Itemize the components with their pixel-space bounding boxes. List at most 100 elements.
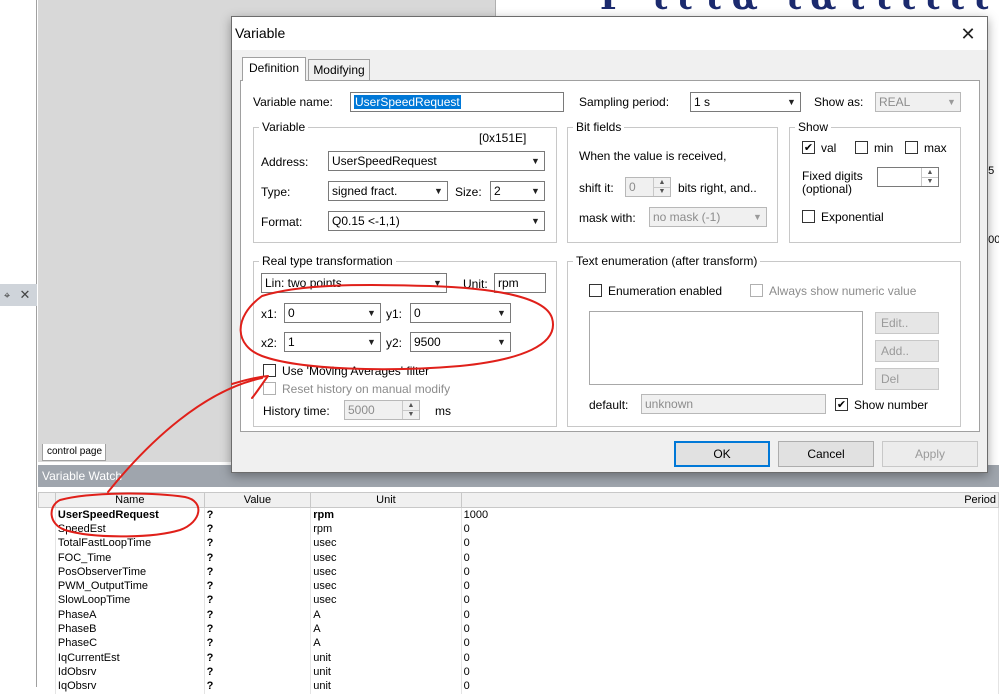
moving-average-checkbox[interactable]: [263, 364, 276, 377]
tab-definition[interactable]: Definition: [242, 57, 306, 81]
y1-select[interactable]: 0 ▼: [410, 303, 511, 323]
cell-name: PhaseA: [55, 608, 205, 623]
val-label: val: [821, 141, 837, 155]
table-row[interactable]: IdObsrv? unit 0: [38, 665, 999, 680]
show-as-select[interactable]: REAL ▼: [875, 92, 961, 112]
chevron-down-icon: ▼: [787, 97, 796, 107]
column-header-period[interactable]: Period: [460, 492, 999, 508]
cell-unit: A: [310, 608, 462, 623]
type-select[interactable]: signed fract. ▼: [328, 181, 448, 201]
close-icon[interactable]: ✕: [952, 20, 984, 48]
dialog-titlebar[interactable]: Variable ✕: [232, 17, 987, 50]
chevron-down-icon: ▼: [367, 337, 376, 347]
table-row[interactable]: PosObserverTime? usec 0: [38, 565, 999, 580]
cell-period: 0: [461, 550, 999, 566]
history-time-spinner[interactable]: 5000 ▲ ▼: [344, 400, 420, 420]
shift-suffix: bits right, and..: [678, 181, 757, 195]
fixed-digits-spinner[interactable]: ▲ ▼: [877, 167, 939, 187]
max-checkbox[interactable]: [905, 141, 918, 154]
cell-value: ?: [204, 565, 312, 580]
default-label: default:: [589, 398, 629, 412]
cell-unit: usec: [310, 536, 462, 551]
table-row[interactable]: PhaseA? A 0: [38, 608, 999, 623]
table-row[interactable]: UserSpeedRequest? rpm 1000: [38, 507, 999, 523]
variable-name-input[interactable]: UserSpeedRequest: [350, 92, 564, 112]
reset-history-checkbox[interactable]: [263, 382, 276, 395]
sampling-period-select[interactable]: 1 s ▼: [690, 92, 801, 112]
variable-group-title: Variable: [259, 120, 309, 134]
spin-down-icon[interactable]: ▼: [402, 410, 419, 419]
cell-period: 0: [461, 579, 999, 594]
spin-down-icon[interactable]: ▼: [653, 187, 670, 196]
cancel-button[interactable]: Cancel: [778, 441, 874, 467]
cell-unit: rpm: [310, 522, 462, 537]
cell-name: PhaseC: [55, 636, 205, 651]
format-select[interactable]: Q0.15 <-1,1) ▼: [328, 211, 545, 231]
exponential-checkbox[interactable]: [802, 210, 815, 223]
chevron-down-icon: ▼: [367, 308, 376, 318]
cell-name: SlowLoopTime: [55, 593, 205, 609]
x1-select[interactable]: 0 ▼: [284, 303, 381, 323]
tab-modifying[interactable]: Modifying: [308, 59, 370, 81]
cell-value: ?: [204, 593, 312, 609]
size-value: 2: [494, 184, 501, 198]
table-row[interactable]: SpeedEst? rpm 0: [38, 522, 999, 537]
mask-select[interactable]: no mask (-1) ▼: [649, 207, 767, 227]
address-select[interactable]: UserSpeedRequest ▼: [328, 151, 545, 171]
column-header-name[interactable]: Name: [54, 492, 205, 508]
close-icon[interactable]: ✕: [20, 287, 31, 302]
type-label: Type:: [261, 185, 291, 199]
shift-spinner[interactable]: 0 ▲ ▼: [625, 177, 671, 197]
apply-button[interactable]: Apply: [882, 441, 978, 467]
chevron-down-icon: ▼: [434, 186, 443, 196]
add-button[interactable]: Add..: [875, 340, 939, 362]
pin-icon[interactable]: ⌖: [4, 290, 10, 302]
ok-button[interactable]: OK: [674, 441, 770, 467]
cell-unit: usec: [310, 579, 462, 594]
show-as-label: Show as:: [814, 95, 864, 109]
cell-value: ?: [204, 650, 312, 666]
tab-control-page[interactable]: control page: [42, 444, 106, 461]
size-label: Size:: [455, 185, 482, 199]
table-row[interactable]: TotalFastLoopTime? usec 0: [38, 536, 999, 551]
unit-value: rpm: [498, 276, 519, 290]
table-row[interactable]: PWM_OutputTime? usec 0: [38, 579, 999, 594]
address-label: Address:: [261, 155, 309, 169]
del-button[interactable]: Del: [875, 368, 939, 390]
table-row[interactable]: SlowLoopTime? usec 0: [38, 593, 999, 609]
x2-select[interactable]: 1 ▼: [284, 332, 381, 352]
table-row[interactable]: FOC_Time? usec 0: [38, 550, 999, 566]
y2-select[interactable]: 9500 ▼: [410, 332, 511, 352]
always-numeric-checkbox[interactable]: [750, 284, 763, 297]
cell-unit: A: [310, 636, 462, 651]
transform-mode-select[interactable]: Lin: two points ▼: [261, 273, 447, 293]
definition-panel: Variable name: UserSpeedRequest Sampling…: [240, 80, 980, 432]
column-header-value[interactable]: Value: [203, 492, 312, 508]
fixed-digits-label: Fixed digits: [802, 169, 863, 183]
column-header-unit[interactable]: Unit: [310, 492, 462, 508]
enumeration-list[interactable]: [589, 311, 863, 385]
val-checkbox[interactable]: ✔: [802, 141, 815, 154]
table-row[interactable]: IqCurrentEst? unit 0: [38, 650, 999, 666]
spin-down-icon[interactable]: ▼: [921, 177, 938, 186]
chevron-down-icon: ▼: [497, 308, 506, 318]
moving-average-label: Use 'Moving Averages' filter: [282, 364, 430, 378]
mask-label: mask with:: [579, 211, 636, 225]
size-select[interactable]: 2 ▼: [490, 181, 545, 201]
table-row[interactable]: PhaseC? A 0: [38, 636, 999, 651]
chevron-down-icon: ▼: [433, 278, 442, 288]
enumeration-enabled-checkbox[interactable]: [589, 284, 602, 297]
cell-value: ?: [204, 550, 312, 566]
default-input[interactable]: unknown: [641, 394, 826, 414]
cell-unit: usec: [310, 565, 462, 580]
edit-button[interactable]: Edit..: [875, 312, 939, 334]
unit-input[interactable]: rpm: [494, 273, 546, 293]
cell-unit: rpm: [310, 507, 462, 523]
table-row[interactable]: PhaseB? A 0: [38, 622, 999, 637]
show-number-checkbox[interactable]: ✔: [835, 398, 848, 411]
cell-value: ?: [204, 608, 312, 623]
cell-name: TotalFastLoopTime: [55, 536, 205, 551]
cell-value: ?: [204, 522, 312, 537]
min-checkbox[interactable]: [855, 141, 868, 154]
chevron-down-icon: ▼: [497, 337, 506, 347]
